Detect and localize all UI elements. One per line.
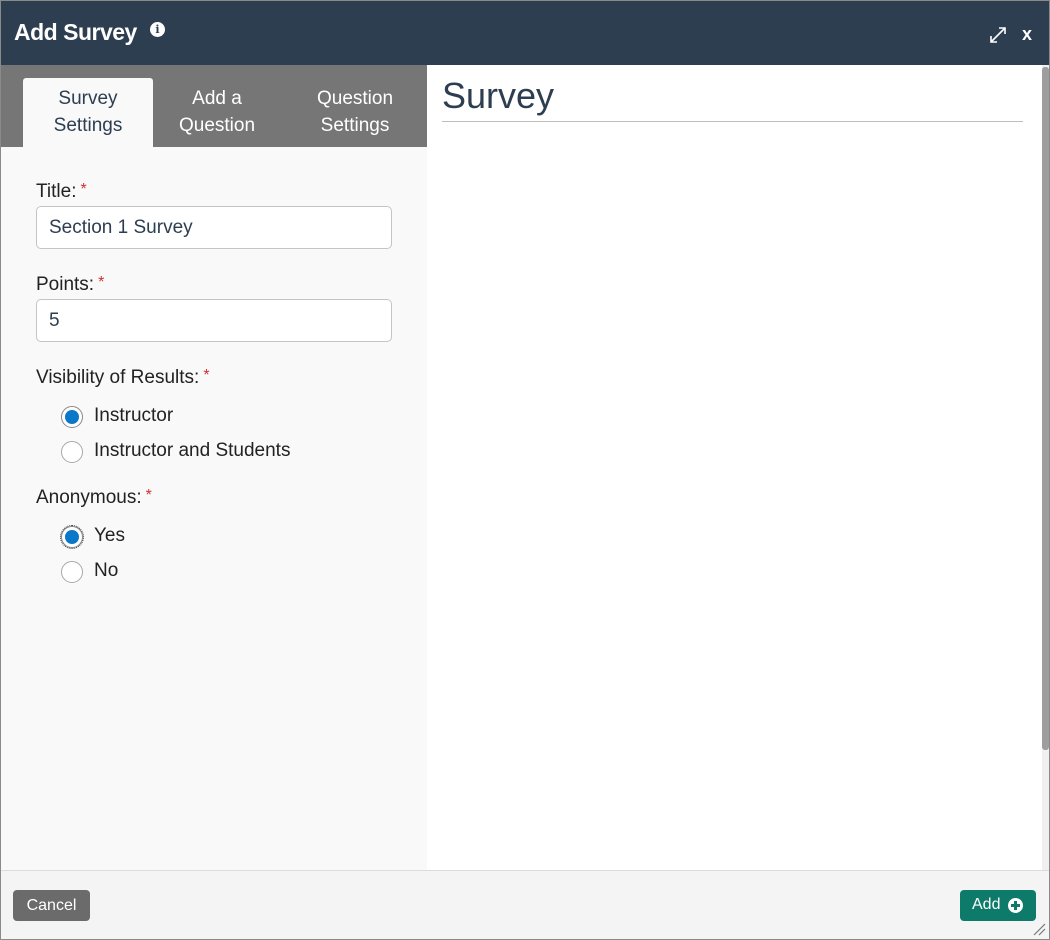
settings-panel: Survey Settings Add a Question Question … <box>1 65 427 870</box>
required-marker: * <box>80 181 87 198</box>
info-icon[interactable]: i <box>150 22 165 37</box>
title-label-text: Title: <box>36 181 77 202</box>
dialog-titlebar: Add Survey i x <box>1 1 1049 65</box>
dialog-footer: Cancel Add <box>1 870 1049 939</box>
radio-label: No <box>94 560 119 581</box>
points-input[interactable] <box>36 299 392 342</box>
visibility-label: Visibility of Results: * <box>36 367 210 389</box>
radio-button[interactable] <box>61 561 83 583</box>
required-marker: * <box>145 487 152 504</box>
tab-label: Question <box>178 115 256 136</box>
add-survey-dialog: Add Survey i x Survey Settings Add a Que… <box>0 0 1050 940</box>
tab-label: Question <box>316 88 394 109</box>
radio-label: Yes <box>94 525 125 546</box>
tab-label: Survey <box>58 88 118 109</box>
radio-label: Instructor and Students <box>94 440 291 461</box>
radio-button[interactable] <box>61 441 83 463</box>
tab-question-settings[interactable]: Question Settings <box>283 78 427 147</box>
radio-button[interactable] <box>61 406 83 428</box>
tab-label: Settings <box>53 115 123 136</box>
expand-icon[interactable] <box>988 25 1008 45</box>
required-marker: * <box>203 367 210 384</box>
title-input[interactable] <box>36 206 392 249</box>
anonymous-label: Anonymous: * <box>36 487 152 509</box>
tab-label: Settings <box>320 115 390 136</box>
points-label-text: Points: <box>36 274 95 295</box>
tab-survey-settings[interactable]: Survey Settings <box>23 78 153 147</box>
plus-circle-icon <box>1008 898 1023 913</box>
radio-button[interactable] <box>60 525 84 549</box>
anonymous-label-text: Anonymous: <box>36 487 142 508</box>
cancel-button[interactable]: Cancel <box>13 890 90 921</box>
required-marker: * <box>98 274 105 291</box>
close-icon[interactable]: x <box>1019 23 1035 45</box>
survey-preview-panel: Survey <box>427 65 1042 870</box>
title-label: Title: * <box>36 181 87 203</box>
scrollbar-thumb[interactable] <box>1042 67 1049 750</box>
add-button[interactable]: Add <box>960 890 1036 921</box>
resize-handle-icon[interactable] <box>1031 921 1047 937</box>
add-button-label: Add <box>972 896 1001 913</box>
tab-add-question[interactable]: Add a Question <box>153 78 281 147</box>
points-label: Points: * <box>36 274 104 296</box>
preview-scrollbar[interactable] <box>1042 65 1049 870</box>
tab-label: Add a <box>192 88 242 109</box>
tab-strip: Survey Settings Add a Question Question … <box>1 65 427 147</box>
dialog-title: Add Survey <box>14 19 137 45</box>
survey-preview-heading: Survey <box>442 75 1023 122</box>
visibility-label-text: Visibility of Results: <box>36 367 200 388</box>
radio-label: Instructor <box>94 405 174 426</box>
